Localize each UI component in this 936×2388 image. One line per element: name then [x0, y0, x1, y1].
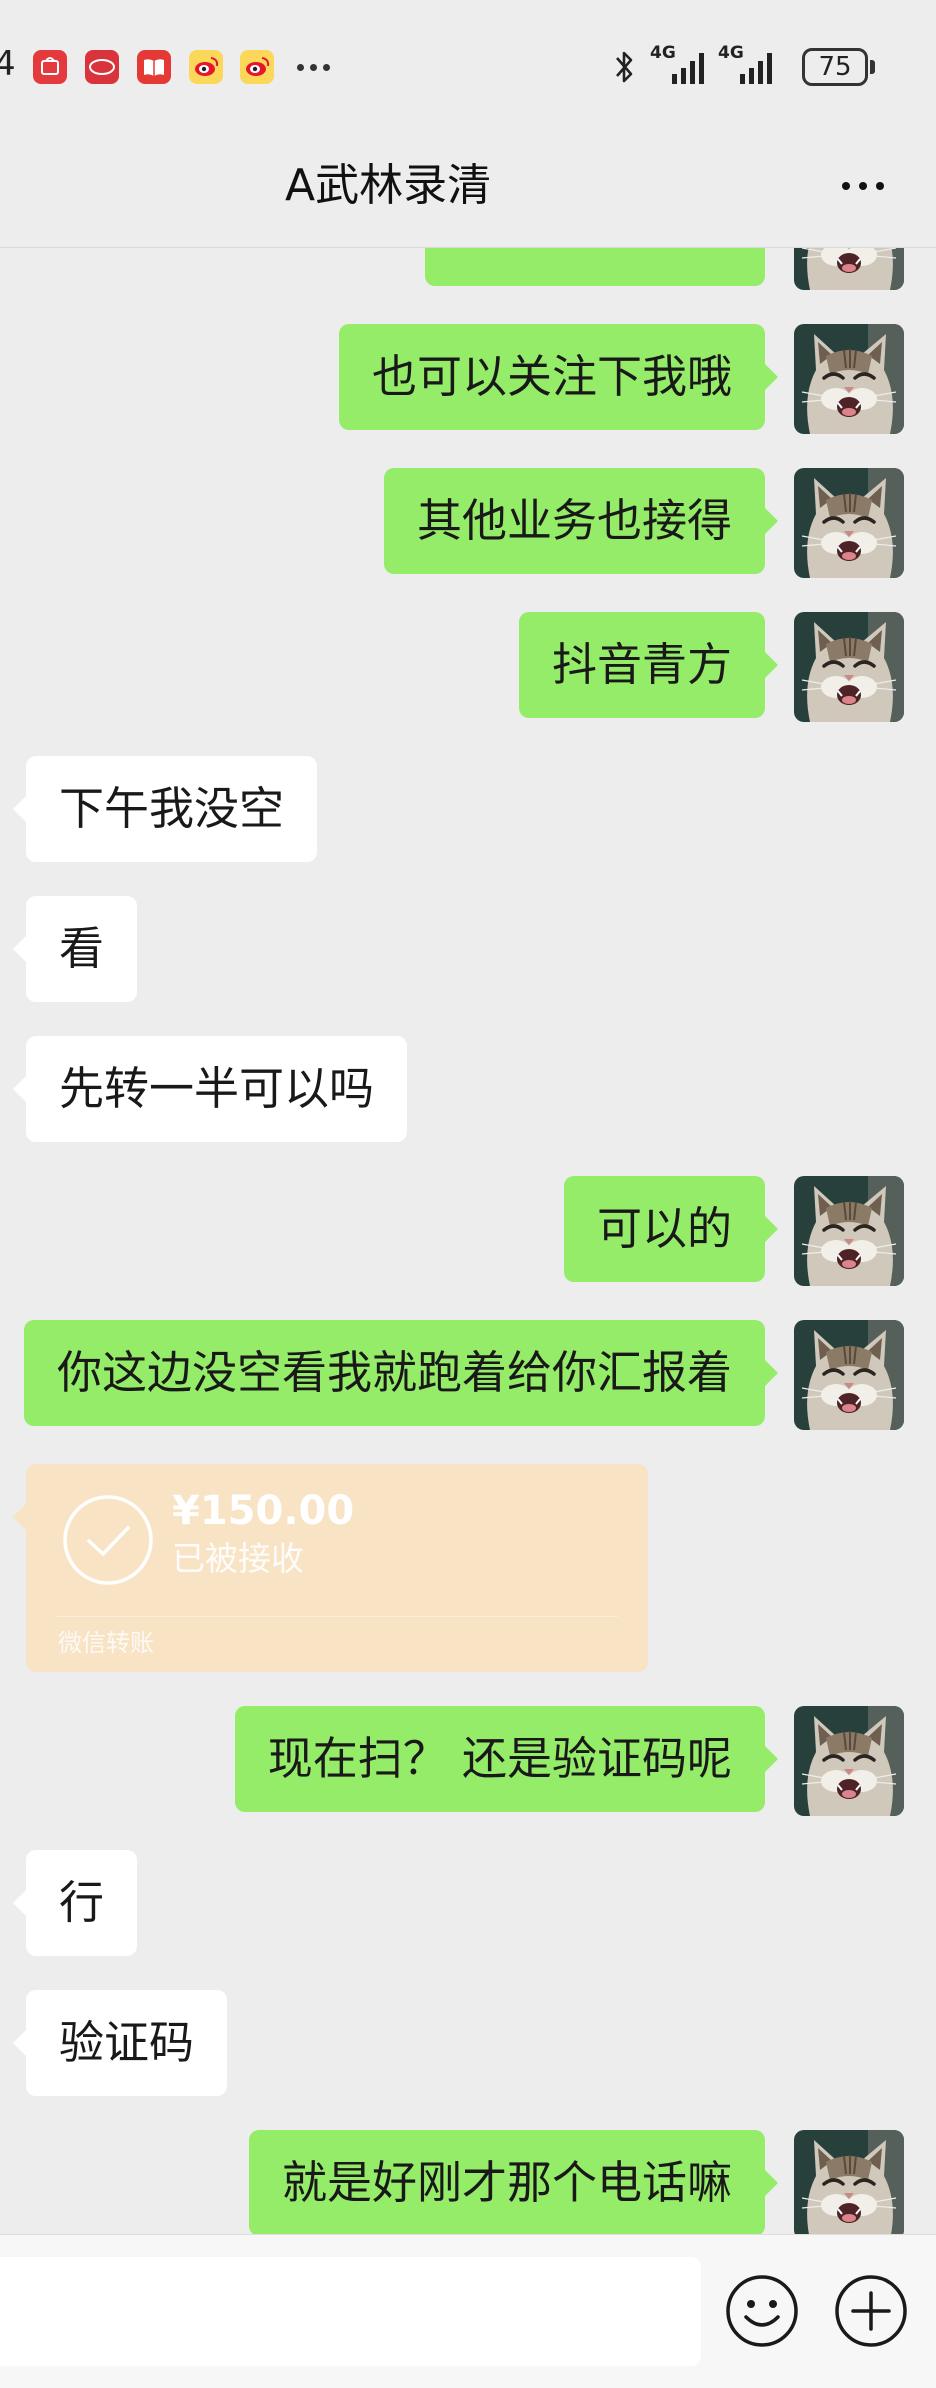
transfer-amount: ¥150.00 — [172, 1488, 355, 1534]
message-list: 也可以关注下我哦其他业务也接得抖音青方下午我没空看先转一半可以吗可以的你这边没空… — [0, 180, 936, 2234]
message-row: 行 — [0, 1850, 936, 1956]
cat-avatar-image — [794, 1706, 904, 1816]
message-bubble[interactable]: 行 — [12, 1850, 138, 1956]
message-text: 验证码 — [59, 2016, 195, 2069]
byd-icon — [85, 50, 119, 84]
message-text: 行 — [59, 1876, 105, 1929]
avatar[interactable] — [794, 612, 904, 722]
message-text: 可以的 — [596, 1202, 732, 1255]
message-row: 看 — [0, 896, 936, 1002]
avatar[interactable] — [794, 1176, 904, 1286]
message-text: 看 — [59, 922, 105, 975]
message-bubble[interactable]: 就是好刚才那个电话嘛 — [248, 2130, 779, 2234]
more-options-icon[interactable] — [842, 182, 884, 190]
avatar[interactable] — [794, 1706, 904, 1816]
message-row: 先转一半可以吗 — [0, 1036, 936, 1142]
check-circle-icon — [62, 1494, 154, 1586]
more-notifications-icon — [297, 64, 330, 71]
avatar[interactable] — [794, 2130, 904, 2234]
message-bubble[interactable]: 看 — [12, 896, 138, 1002]
avatar[interactable] — [794, 324, 904, 434]
avatar[interactable] — [794, 1320, 904, 1430]
cat-avatar-image — [794, 1176, 904, 1286]
bluetooth-icon — [612, 48, 636, 86]
signal-4g-icon: 4G — [718, 44, 782, 88]
message-row: 其他业务也接得 — [0, 468, 936, 578]
avatar[interactable] — [794, 468, 904, 578]
message-row: 抖音青方 — [0, 612, 936, 722]
chat-area[interactable]: 也可以关注下我哦其他业务也接得抖音青方下午我没空看先转一半可以吗可以的你这边没空… — [0, 0, 936, 2234]
message-row: 就是好刚才那个电话嘛 — [0, 2130, 936, 2234]
cat-avatar-image — [794, 468, 904, 578]
message-row: 你这边没空看我就跑着给你汇报着 — [0, 1320, 936, 1430]
cat-avatar-image — [794, 324, 904, 434]
message-text: 现在扫？ 还是验证码呢 — [267, 1732, 732, 1785]
huawei-appgallery-icon — [33, 50, 67, 84]
message-row: 下午我没空 — [0, 756, 936, 862]
message-row: 可以的 — [0, 1176, 936, 1286]
message-bubble[interactable]: 现在扫？ 还是验证码呢 — [234, 1706, 779, 1812]
message-bubble[interactable]: 验证码 — [12, 1990, 228, 2096]
message-bubble[interactable]: 可以的 — [563, 1176, 779, 1282]
message-bubble[interactable]: 其他业务也接得 — [383, 468, 779, 574]
card-divider — [56, 1616, 618, 1617]
input-bar — [0, 2234, 936, 2388]
message-text: 其他业务也接得 — [416, 494, 732, 547]
emoji-icon[interactable] — [724, 2273, 800, 2349]
cat-avatar-image — [794, 612, 904, 722]
message-text: 就是好刚才那个电话嘛 — [281, 2156, 732, 2209]
message-bubble[interactable]: 下午我没空 — [12, 756, 318, 862]
message-bubble[interactable]: 抖音青方 — [518, 612, 779, 718]
message-row: 现在扫？ 还是验证码呢 — [0, 1706, 936, 1816]
status-time: 4 — [0, 44, 16, 84]
message-row: 也可以关注下我哦 — [0, 324, 936, 434]
message-input[interactable] — [0, 2257, 701, 2366]
message-bubble[interactable]: 你这边没空看我就跑着给你汇报着 — [23, 1320, 779, 1426]
battery-nub — [870, 60, 875, 74]
cat-avatar-image — [794, 1320, 904, 1430]
weibo-icon — [240, 50, 274, 84]
transfer-status: 已被接收 — [172, 1539, 304, 1578]
transfer-card[interactable]: ¥150.00 已被接收微信转账 — [13, 1464, 648, 1672]
cat-avatar-image — [794, 2130, 904, 2234]
message-text: 也可以关注下我哦 — [371, 350, 732, 403]
chat-title: A武林录清 — [285, 160, 492, 211]
signal-4g-icon: 4G — [650, 44, 714, 88]
battery-level: 75 — [802, 48, 868, 86]
message-text: 你这边没空看我就跑着给你汇报着 — [56, 1346, 732, 1399]
message-row: 验证码 — [0, 1990, 936, 2096]
message-row: ¥150.00 已被接收微信转账 — [0, 1464, 936, 1672]
transfer-label: 微信转账 — [58, 1629, 154, 1657]
message-text: 抖音青方 — [551, 638, 732, 691]
reader-book-icon — [137, 50, 171, 84]
top-bar: 4 4G 4G 75 A武林录清 — [0, 0, 936, 248]
message-text: 先转一半可以吗 — [59, 1062, 375, 1115]
plus-icon[interactable] — [833, 2273, 909, 2349]
message-bubble[interactable]: 也可以关注下我哦 — [338, 324, 779, 430]
weibo-icon — [189, 50, 223, 84]
message-bubble[interactable]: 先转一半可以吗 — [12, 1036, 408, 1142]
message-text: 下午我没空 — [59, 782, 285, 835]
